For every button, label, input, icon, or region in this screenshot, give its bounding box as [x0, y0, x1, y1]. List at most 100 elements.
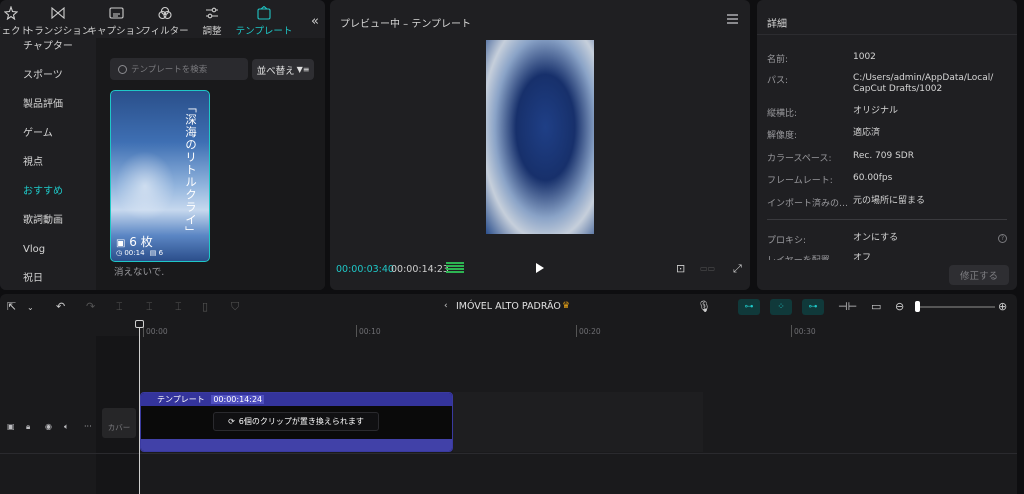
zoom-out-icon[interactable]: ⊖ — [895, 300, 904, 313]
effects-icon — [3, 6, 19, 20]
sidebar-item-viewpoint[interactable]: 視点 — [0, 154, 96, 183]
zoom-slider[interactable] — [917, 306, 995, 308]
split-right-icon[interactable]: ⌶ — [175, 300, 182, 314]
sort-button[interactable]: 並べ替え ▼≡ — [252, 59, 314, 80]
undo-icon[interactable]: ↶ — [56, 300, 65, 313]
detail-value: 1002 — [853, 52, 876, 62]
detail-key: パス: — [767, 76, 789, 86]
detail-value: 60.00fps — [853, 173, 893, 183]
audio-meter-icon — [446, 262, 464, 274]
zoom-slider-thumb[interactable] — [915, 301, 920, 312]
tab-effects[interactable]: フェクト — [0, 0, 30, 38]
collapse-panel-icon[interactable]: « — [311, 14, 319, 29]
playhead-handle[interactable] — [135, 320, 144, 328]
media-panel: フェクト トランジション キャプション フィルター 調整 テンプレート « チャ… — [0, 0, 325, 290]
card-meta: ◷ 00:14 ▤ 6 — [116, 249, 163, 257]
clip-duration: 00:00:14:24 — [211, 395, 265, 404]
split-left-icon[interactable]: ⌶ — [146, 300, 153, 314]
timeline-ruler[interactable]: 00:00 00:10 00:20 00:30 — [0, 320, 1017, 337]
playhead[interactable] — [139, 320, 140, 494]
detail-key: インポート済みの… — [767, 199, 849, 209]
sidebar-item-vlog[interactable]: Vlog — [0, 241, 96, 270]
detail-value: C:/Users/admin/AppData/Local/ CapCut Dra… — [853, 73, 994, 94]
card-duration: 00:14 — [124, 249, 145, 257]
cover-button[interactable]: カバー — [102, 408, 136, 438]
proxy-toggle[interactable]: オンにする — [853, 233, 898, 246]
link-icon[interactable]: ⁘ — [770, 299, 792, 315]
template-sidebar: チャプター スポーツ 製品評価 ゲーム 視点 おすすめ 歌詞動画 Vlog 祝日 — [0, 38, 96, 290]
shield-icon[interactable]: ⛉ — [231, 300, 239, 314]
align-icon[interactable]: ⊣⊢ — [838, 300, 857, 313]
menu-icon[interactable] — [727, 14, 738, 26]
redo-icon[interactable]: ↷ — [86, 300, 95, 313]
clip-footer — [141, 439, 452, 451]
detail-key: 名前: — [767, 55, 789, 65]
select-tool-icon[interactable]: ⇱ — [7, 300, 16, 313]
tab-label: テンプレート — [235, 26, 293, 37]
detail-row-layer: レイヤーを配置 オフ — [767, 253, 1012, 260]
audio-icon[interactable]: 🔈︎ — [64, 422, 69, 432]
tab-template[interactable]: テンプレート — [236, 0, 292, 38]
tab-transition[interactable]: トランジション — [25, 0, 91, 38]
fix-button[interactable]: 修正する — [949, 265, 1009, 285]
detail-row-import: インポート済みの… 元の場所に留まる — [767, 196, 1012, 209]
sidebar-item-holiday[interactable]: 祝日 — [0, 270, 96, 290]
media-tabs: フェクト トランジション キャプション フィルター 調整 テンプレート — [0, 0, 325, 38]
template-clip[interactable]: テンプレート 00:00:14:24 ⟳ 6個のクリップが置き換えられます — [140, 392, 453, 452]
preview-axis-icon[interactable]: ⊶ — [802, 299, 824, 315]
mic-icon[interactable]: 🎙︎ — [697, 300, 711, 313]
timeline-toolbar: ⇱ ⌄ ↶ ↷ ⌶ ⌶ ⌶ ▯ ⛉ ‹ IMÓVEL ALTO PADRÃO ♛… — [0, 294, 1017, 320]
split-icon[interactable]: ⌶ — [116, 300, 123, 314]
divider — [757, 34, 1017, 35]
sidebar-item-product-review[interactable]: 製品評価 — [0, 96, 96, 125]
tab-adjust[interactable]: 調整 — [188, 0, 236, 38]
delete-icon[interactable]: ▯ — [202, 300, 208, 313]
clip-header: テンプレート 00:00:14:24 — [141, 393, 452, 406]
sidebar-item-chapter[interactable]: チャプター — [0, 38, 96, 67]
track-video-icon[interactable]: ▣ — [7, 422, 15, 431]
fullscreen-icon[interactable]: ⤢ — [733, 262, 742, 276]
tab-filter[interactable]: フィルター — [141, 0, 189, 38]
screen-icon[interactable]: ▭ — [871, 300, 881, 313]
zoom-in-icon[interactable]: ⊕ — [998, 300, 1007, 313]
layer-toggle[interactable]: オフ — [853, 253, 871, 260]
photo-icon: ▣ — [116, 238, 126, 249]
eye-icon[interactable]: ◉ — [45, 422, 52, 431]
more-icon[interactable]: ··· — [84, 422, 92, 431]
filter-icon — [157, 6, 173, 20]
sidebar-item-game[interactable]: ゲーム — [0, 125, 96, 154]
project-name: IMÓVEL ALTO PADRÃO — [456, 301, 561, 312]
clip-title: テンプレート — [157, 395, 205, 404]
adjust-icon — [204, 6, 220, 20]
tab-caption[interactable]: キャプション — [88, 0, 145, 38]
search-input[interactable]: テンプレートを検索 — [110, 58, 248, 80]
timeline-panel: ⇱ ⌄ ↶ ↷ ⌶ ⌶ ⌶ ▯ ⛉ ‹ IMÓVEL ALTO PADRÃO ♛… — [0, 294, 1017, 494]
sidebar-item-lyrics[interactable]: 歌詞動画 — [0, 212, 96, 241]
track-background — [453, 392, 703, 452]
sort-label: 並べ替え — [256, 65, 295, 77]
auto-snap-icon[interactable]: ⊶ — [738, 299, 760, 315]
back-icon[interactable]: ‹ — [444, 301, 448, 311]
lock-icon[interactable]: 🔒︎ — [26, 422, 30, 432]
detail-key: 解像度: — [767, 131, 798, 141]
play-icon[interactable] — [536, 263, 544, 273]
template-card[interactable]: 「深海のリトルクライ」 ▣ 6 枚 ◷ 00:14 ▤ 6 — [110, 90, 210, 262]
sort-icon: ▼≡ — [296, 65, 310, 74]
sidebar-item-sports[interactable]: スポーツ — [0, 67, 96, 96]
ratio-icon[interactable]: ▭▭ — [700, 264, 715, 273]
transition-icon — [50, 6, 66, 20]
detail-value: 適応済 — [853, 128, 881, 138]
chevron-down-icon[interactable]: ⌄ — [27, 303, 34, 312]
template-icon — [256, 6, 272, 20]
zoom-fit-icon[interactable]: ⊡ — [676, 262, 685, 275]
detail-key: カラースペース: — [767, 154, 832, 164]
divider — [0, 453, 1017, 454]
clip-replace-badge[interactable]: ⟳ 6個のクリップが置き換えられます — [213, 412, 379, 431]
sidebar-item-recommended[interactable]: おすすめ — [0, 183, 96, 212]
details-panel: 詳細 名前: 1002 パス: C:/Users/admin/AppData/L… — [757, 0, 1017, 290]
card-count-text: 6 枚 — [129, 235, 153, 249]
detail-value: 元の場所に留まる — [853, 196, 926, 206]
help-icon[interactable]: ? — [998, 234, 1007, 243]
detail-row-proxy: プロキシ: オンにする — [767, 233, 1012, 246]
tab-label: 調整 — [202, 26, 222, 37]
